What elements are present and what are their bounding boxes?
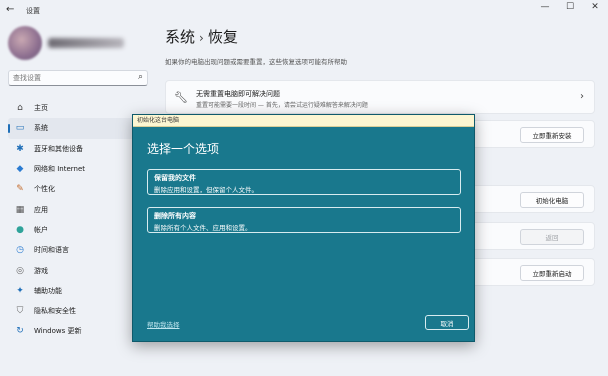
reset-pc-button[interactable]: 初始化电脑 [520,192,584,208]
sidebar-item[interactable]: ● 帐户 [8,220,148,240]
page-title: 恢复 [207,28,238,46]
avatar[interactable] [8,26,42,60]
help-me-choose-link[interactable]: 帮助我选择 [147,319,180,329]
wifi-icon: ◆ [16,164,24,175]
app-title: 设置 [26,7,40,15]
restart-now-button[interactable]: 立即重新启动 [520,265,584,281]
sidebar-item-label: 时间和语言 [34,246,69,255]
sidebar-item[interactable]: ✱ 蓝牙和其他设备 [8,139,148,159]
user-name-blurred [48,38,124,48]
page-subtitle: 如果你的电脑出现问题或需要重置，这些恢复选项可能有所帮助 [165,58,347,66]
sidebar-item[interactable]: ↻ Windows 更新 [8,321,148,341]
option-desc: 删除所有个人文件、应用和设置。 [154,224,252,232]
sidebar-item-label: 隐私和安全性 [34,307,76,316]
wrench-icon: 🔧︎ [174,91,188,104]
home-icon: ⌂ [17,103,23,114]
sidebar-item-label: 个性化 [34,185,55,194]
option-title: 保留我的文件 [154,174,196,182]
sidebar-nav: ⌂ 主页 ▭ 系统 ✱ 蓝牙和其他设备 ◆ 网络和 Internet ✎ 个性化 ▦ 应用 ● 帐户 ◷ 时间… [8,98,148,342]
cancel-button[interactable]: 取消 [425,315,469,330]
search-box[interactable]: ⌕ [8,70,148,86]
brush-icon: ✎ [16,184,24,195]
sidebar-item-label: 主页 [34,104,48,113]
search-input[interactable] [13,72,128,84]
option-title: 删除所有内容 [154,212,196,220]
maximize-button[interactable]: ☐ [563,2,577,12]
update-icon: ↻ [16,326,24,337]
shield-icon: ⛉ [16,306,24,317]
sidebar-item[interactable]: ⌂ 主页 [8,98,148,118]
remove-everything-option[interactable]: 删除所有内容 删除所有个人文件、应用和设置。 [147,207,461,233]
sidebar-item[interactable]: ◎ 游戏 [8,260,148,280]
option-desc: 删除应用和设置，但保留个人文件。 [154,186,258,194]
keep-files-option[interactable]: 保留我的文件 删除应用和设置，但保留个人文件。 [147,169,461,195]
close-button[interactable]: ✕ [588,2,602,12]
go-back-button: 返回 [520,229,584,245]
breadcrumb-parent[interactable]: 系统 [165,28,195,46]
breadcrumb: 系统 › 恢复 [165,26,238,47]
sidebar-item-label: Windows 更新 [34,327,82,336]
dialog-heading: 选择一个选项 [147,142,220,156]
sidebar-item[interactable]: ◷ 时间和语言 [8,240,148,260]
bluetooth-icon: ✱ [16,143,24,154]
sidebar-item-label: 网络和 Internet [34,165,86,174]
chevron-right-icon: › [199,31,204,45]
search-icon[interactable]: ⌕ [138,72,143,82]
sidebar-item-label: 游戏 [34,266,48,275]
apps-icon: ▦ [15,204,25,215]
troubleshoot-title: 无需重置电脑即可解决问题 [196,90,280,98]
reset-pc-dialog: 初始化这台电脑 选择一个选项 保留我的文件 删除应用和设置，但保留个人文件。 删… [132,114,475,342]
minimize-button[interactable]: — [538,2,552,12]
gamepad-icon: ◎ [16,265,24,276]
clock-icon: ◷ [16,245,24,256]
sidebar-item-label: 辅助功能 [34,286,62,295]
back-arrow-icon[interactable]: ← [6,4,14,15]
system-icon: ▭ [15,123,25,134]
sidebar-item[interactable]: ⛉ 隐私和安全性 [8,301,148,321]
user-profile[interactable] [8,26,128,60]
sidebar-item[interactable]: ◆ 网络和 Internet [8,159,148,179]
account-icon: ● [16,224,24,235]
troubleshoot-card[interactable]: 🔧︎ 无需重置电脑即可解决问题 重置可能需要一段时间 — 首先，请尝试运行疑难解… [165,80,595,114]
sidebar-item[interactable]: ▭ 系统 [8,118,148,139]
troubleshoot-desc: 重置可能需要一段时间 — 首先，请尝试运行疑难解答来解决问题 [196,102,368,109]
sidebar-item-label: 系统 [34,124,48,133]
sidebar-item[interactable]: ✦ 辅助功能 [8,281,148,301]
sidebar-item-label: 应用 [34,205,48,214]
reinstall-now-button[interactable]: 立即重新安装 [520,127,584,143]
dialog-title-bar: 初始化这台电脑 [133,115,474,127]
accessibility-icon: ✦ [16,285,24,296]
sidebar-item-label: 帐户 [34,225,48,234]
chevron-right-icon: › [580,91,584,102]
sidebar-item-label: 蓝牙和其他设备 [34,144,83,153]
sidebar-item[interactable]: ▦ 应用 [8,199,148,219]
sidebar-item[interactable]: ✎ 个性化 [8,179,148,199]
title-bar: ← 设置 — ☐ ✕ [0,0,608,22]
